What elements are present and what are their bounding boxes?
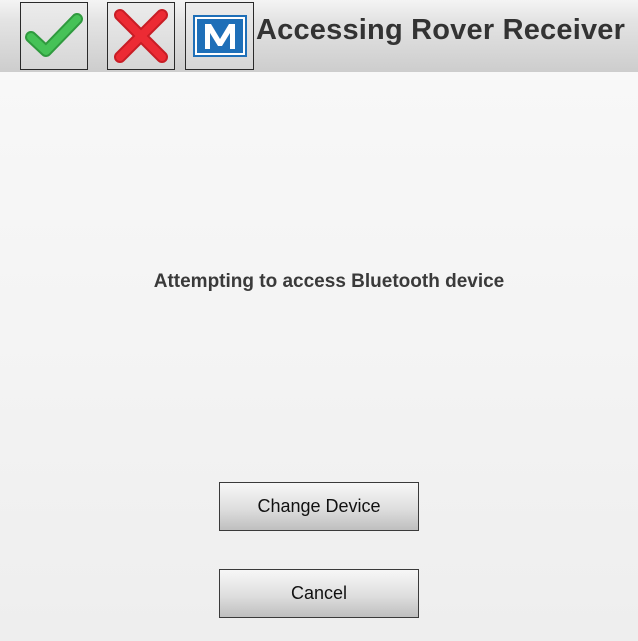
- accessing-rover-receiver-screen: Accessing Rover Receiver Attempting to a…: [0, 0, 638, 641]
- menu-button[interactable]: [185, 2, 254, 70]
- m-logo-icon: [192, 15, 247, 57]
- change-device-button[interactable]: Change Device: [219, 482, 419, 531]
- accept-button[interactable]: [20, 2, 88, 70]
- checkmark-icon: [25, 11, 83, 61]
- close-button[interactable]: [107, 2, 175, 70]
- status-message: Attempting to access Bluetooth device: [153, 271, 505, 292]
- x-icon: [112, 7, 170, 65]
- page-title: Accessing Rover Receiver: [256, 14, 626, 46]
- cancel-button[interactable]: Cancel: [219, 569, 419, 618]
- title-bar: Accessing Rover Receiver: [0, 0, 638, 72]
